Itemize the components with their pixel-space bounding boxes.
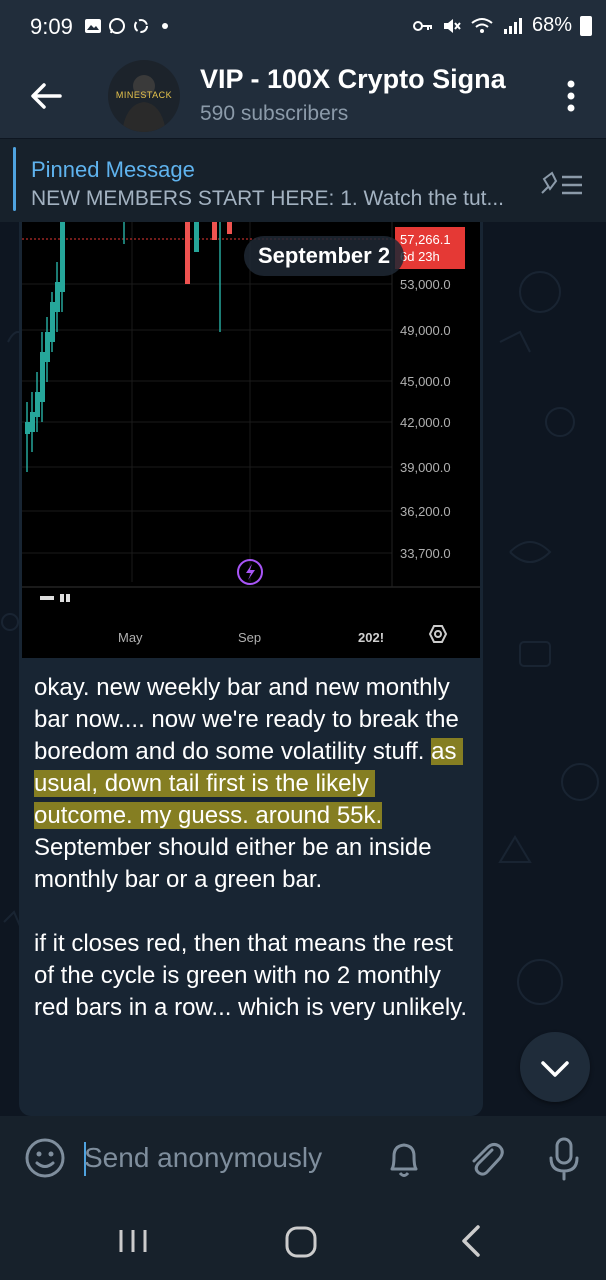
price-level: 33,700.0 — [400, 546, 451, 561]
status-notification-icons — [84, 17, 174, 35]
chevron-down-icon — [541, 1061, 569, 1077]
scroll-down-button[interactable] — [520, 1032, 590, 1102]
x-axis-label: May — [118, 630, 143, 645]
gallery-icon — [85, 19, 101, 33]
channel-title[interactable]: VIP - 100X Crypto Signa — [200, 64, 530, 95]
status-time: 9:09 — [30, 14, 73, 39]
price-level: 49,000.0 — [400, 323, 451, 338]
battery-icon — [580, 15, 592, 36]
battery-percent: 68% — [531, 14, 572, 36]
message-bubble[interactable]: 57,266.1 6d 23h 53,000.0 49,000.0 45,000… — [19, 222, 483, 1116]
pinned-message-bar[interactable]: Pinned Message NEW MEMBERS START HERE: 1… — [0, 138, 606, 222]
message-input[interactable]: Send anonymously — [84, 1138, 354, 1178]
dot-icon — [162, 23, 168, 29]
nav-back-icon[interactable] — [458, 1224, 486, 1258]
avatar-logo-text: MINESTACK — [115, 90, 173, 100]
pinned-indicator — [13, 147, 16, 211]
chat-area: 57,266.1 6d 23h 53,000.0 49,000.0 45,000… — [0, 222, 606, 1116]
message-input-bar: Send anonymously — [0, 1116, 606, 1200]
microphone-icon[interactable] — [546, 1136, 582, 1182]
notification-bell-icon[interactable] — [384, 1138, 424, 1180]
price-level: 36,200.0 — [400, 504, 451, 519]
pinned-title: Pinned Message — [31, 157, 195, 182]
subscriber-count: 590 subscribers — [200, 102, 349, 125]
price-level: 42,000.0 — [400, 415, 451, 430]
settings-icon — [428, 625, 448, 643]
chart-image-content: 57,266.1 6d 23h 53,000.0 49,000.0 45,000… — [22, 222, 480, 645]
pinned-text: NEW MEMBERS START HERE: 1. Watch the tut… — [31, 187, 505, 210]
date-pill: September 2 — [244, 236, 405, 276]
home-icon[interactable] — [283, 1224, 319, 1260]
back-arrow-icon[interactable] — [28, 78, 64, 114]
message-text: okay. new weekly bar and new monthly bar… — [34, 672, 474, 1024]
message-text-part: September should either be an inside mon… — [34, 834, 468, 1021]
status-right: 68% — [412, 14, 592, 37]
chat-header: MINESTACK VIP - 100X Crypto Signa 590 su… — [0, 56, 606, 138]
emoji-icon[interactable] — [24, 1137, 66, 1179]
chart-screenshot[interactable]: 57,266.1 6d 23h 53,000.0 49,000.0 45,000… — [22, 222, 480, 658]
price-tag-countdown: 6d 23h — [400, 249, 440, 264]
pinned-list-icon[interactable] — [540, 169, 584, 199]
tradingview-logo-icon — [40, 594, 70, 602]
message-text-part: okay. new weekly bar and new monthly bar… — [34, 674, 466, 765]
status-bar: 9:09 68% — [0, 0, 606, 56]
price-tag-value: 57,266.1 — [400, 232, 451, 247]
channel-avatar[interactable]: MINESTACK — [108, 60, 180, 132]
system-nav-bar — [0, 1200, 606, 1280]
x-axis-label: Sep — [238, 630, 261, 645]
price-level: 39,000.0 — [400, 460, 451, 475]
wifi-icon — [471, 17, 493, 33]
mute-icon — [443, 18, 461, 33]
sync-icon — [134, 19, 148, 33]
price-level: 45,000.0 — [400, 374, 451, 389]
signal-icon — [503, 17, 522, 34]
more-menu-icon[interactable] — [566, 80, 576, 112]
key-icon — [412, 20, 432, 31]
whatsapp-icon — [109, 18, 125, 34]
price-level: 53,000.0 — [400, 277, 451, 292]
attach-icon[interactable] — [464, 1138, 506, 1180]
x-axis-label: 202! — [358, 630, 384, 645]
recent-apps-icon[interactable] — [118, 1228, 148, 1254]
